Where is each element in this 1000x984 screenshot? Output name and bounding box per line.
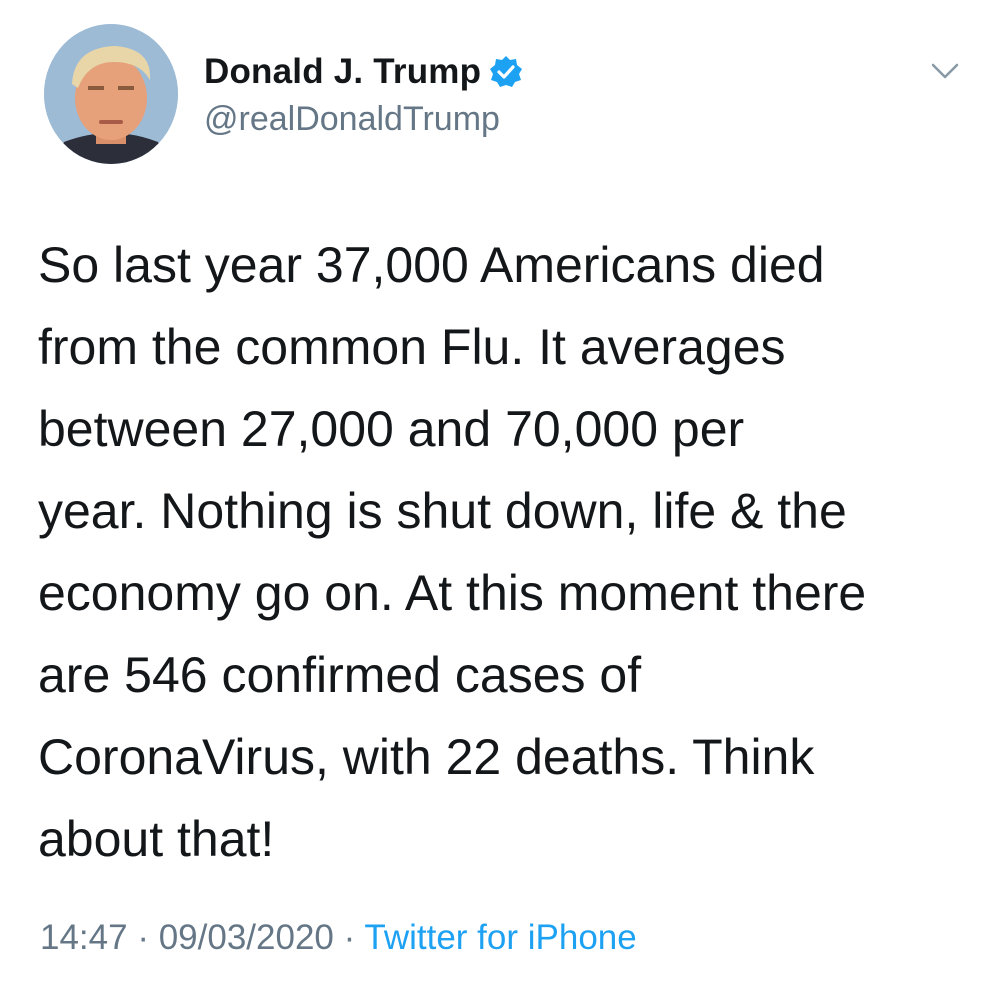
meta-separator: · [137,918,149,957]
tweet-meta: 14:47 · 09/03/2020 · Twitter for iPhone [40,918,637,958]
verified-badge-icon [489,55,523,89]
tweet-date[interactable]: 09/03/2020 [159,918,334,957]
chevron-down-icon[interactable] [930,60,960,82]
tweet-time[interactable]: 14:47 [40,918,128,957]
avatar[interactable] [44,24,178,164]
author-row: Donald J. Trump [204,52,523,92]
tweet-text: So last year 37,000 Americans died from … [38,237,867,867]
tweet-card: Donald J. Trump @realDonaldTrump So last… [0,0,1000,984]
tweet-source-link[interactable]: Twitter for iPhone [364,918,636,957]
display-name[interactable]: Donald J. Trump [204,52,481,92]
user-handle[interactable]: @realDonaldTrump [204,100,500,139]
meta-separator: · [343,918,356,957]
